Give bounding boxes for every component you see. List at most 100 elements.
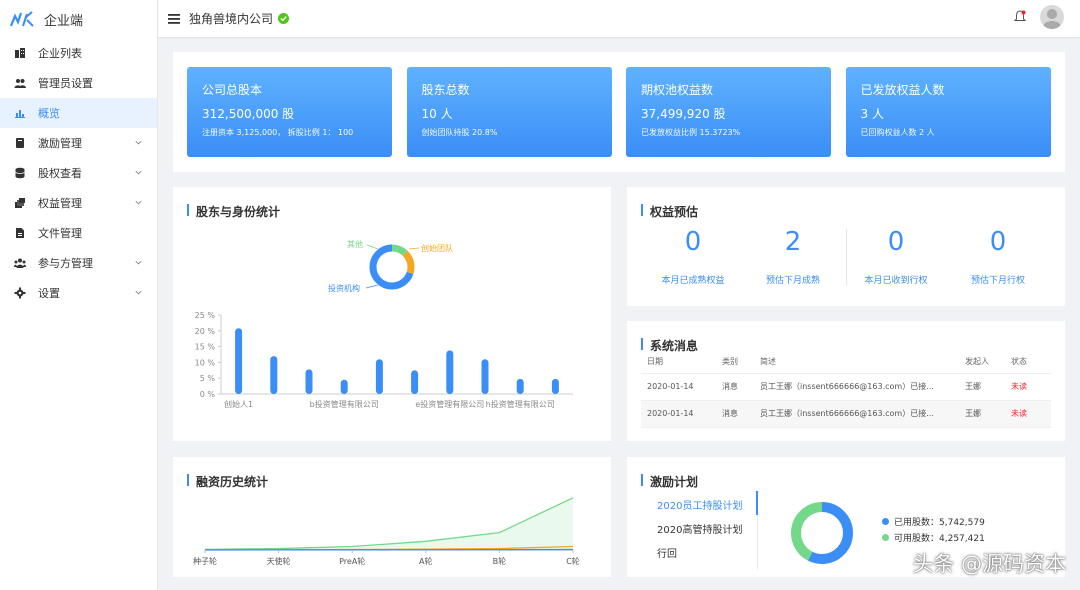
stat-title: 股东总数 — [421, 83, 470, 97]
file-icon — [14, 227, 26, 239]
forecast-label-1: 预估下月成熟 — [765, 276, 820, 286]
sidebar-item-label: 文件管理 — [38, 227, 82, 240]
sidebar-item-0[interactable]: 企业列表 — [0, 38, 157, 68]
column-header: 发起人 — [959, 351, 1005, 374]
financing-line-chart: 种子轮 天使轮 PreA轮 A轮 B轮 C轮 — [193, 497, 580, 566]
donut-leader-investor — [365, 284, 379, 289]
group-icon — [14, 257, 26, 269]
table-cell: 员工王娜（inssent666666@163.com）已接... — [754, 373, 959, 401]
donut-leader-other — [366, 244, 379, 250]
donut-label-founder: 创始团队 — [421, 243, 453, 253]
forecast-divider — [846, 229, 847, 285]
table-cell: 员工王娜（inssent666666@163.com）已接... — [754, 400, 959, 428]
logo[interactable]: 企业端 — [0, 0, 157, 38]
company-name[interactable]: 独角兽境内公司 — [189, 10, 273, 27]
legend-dot — [882, 518, 889, 525]
legend-dot — [882, 534, 889, 541]
plan-item-0[interactable]: 2020员工持股计划 — [657, 497, 742, 512]
x-tick-label: C轮 — [566, 556, 580, 566]
sidebar-item-4[interactable]: 股权查看 — [0, 158, 157, 188]
bar-7[interactable] — [481, 359, 489, 394]
forecast-label-2: 本月已收到行权 — [864, 276, 928, 286]
sidebar-item-7[interactable]: 参与方管理 — [0, 248, 157, 278]
stat-card-2[interactable]: 期权池权益数 37,499,920 股已发放权益比例 15.3723% — [626, 67, 831, 157]
table-cell: 王娜 — [959, 400, 1005, 428]
shareholder-panel: 股东与身份统计 其他 创始团队 投资机构 0 % 5 % 10 % 15 % 20 % 2… — [173, 187, 611, 441]
sidebar: 企业端 企业列表管理员设置概览激励管理股权查看 权益管理文件管理参与方管理 设置 — [0, 0, 158, 590]
financing-panel: 融资历史统计 种子轮 天使轮 PreA轮 A轮 B轮 C轮 — [173, 457, 611, 577]
users-icon — [14, 77, 26, 89]
stat-title: 公司总股本 — [202, 83, 263, 97]
stat-sub: 创始团队持股 20.8% — [421, 128, 498, 137]
column-header: 简述 — [754, 351, 959, 374]
bar-4[interactable] — [375, 359, 383, 394]
gear-icon — [14, 287, 26, 299]
stat-value: 3 人 — [860, 107, 884, 121]
table-cell: 未读 — [1005, 373, 1051, 401]
stat-card-0[interactable]: 公司总股本 312,500,000 股注册资本 3,125,000， 拆股比例 1… — [187, 67, 392, 157]
sidebar-item-label: 管理员设置 — [38, 77, 93, 90]
sidebar-item-6[interactable]: 文件管理 — [0, 218, 157, 248]
legend-label: 可用股数：4,257,421 — [894, 534, 985, 544]
bar-1[interactable] — [270, 356, 278, 394]
bar-6[interactable] — [446, 350, 454, 394]
table-row[interactable]: 2020-01-14 消息 员工王娜（inssent666666@163.com）已… — [641, 400, 1051, 428]
bar-8[interactable] — [516, 378, 524, 394]
x-tick-label: b投资管理有限公司 — [310, 399, 379, 409]
stat-card-3[interactable]: 已发放权益人数 3 人已回购权益人数 2 人 — [845, 67, 1051, 157]
bar-2[interactable] — [305, 369, 313, 394]
chevron-down-icon[interactable] — [134, 138, 143, 147]
stat-card-1[interactable]: 股东总数 10 人创始团队持股 20.8% — [406, 67, 612, 157]
plan-item-2[interactable]: 行回 — [657, 545, 677, 560]
table-cell: 2020-01-14 — [641, 373, 716, 401]
app-name: 企业端 — [44, 13, 84, 29]
avatar[interactable] — [1040, 5, 1064, 29]
forecast-value-3: 0 — [989, 227, 1007, 257]
sidebar-item-3[interactable]: 激励管理 — [0, 128, 157, 158]
stat-sub: 已回购权益人数 2 人 — [860, 128, 935, 137]
y-tick-label: 5 % — [200, 374, 216, 383]
sidebar-nav: 企业列表管理员设置概览激励管理股权查看 权益管理文件管理参与方管理 设置 — [0, 38, 157, 308]
bar-0[interactable] — [235, 328, 243, 394]
y-tick-label: 10 % — [195, 358, 216, 367]
verified-icon — [278, 13, 290, 24]
stat-value: 37,499,920 股 — [641, 107, 726, 121]
forecast-label-3: 预估下月行权 — [970, 276, 1025, 286]
chevron-down-icon[interactable] — [134, 198, 143, 207]
chevron-down-icon[interactable] — [134, 288, 143, 297]
equity-forecast-panel: 权益预估 0 本月已成熟权益 2 预估下月成熟 0 本月已收到行权 0 预估下月行权 — [627, 187, 1065, 306]
bar-5[interactable] — [411, 370, 419, 394]
sidebar-item-2[interactable]: 概览 — [0, 98, 157, 128]
sidebar-item-5[interactable]: 权益管理 — [0, 188, 157, 218]
sidebar-item-label: 激励管理 — [38, 137, 82, 150]
stats-panel: 公司总股本 312,500,000 股注册资本 3,125,000， 拆股比例 1… — [173, 52, 1065, 172]
x-tick-label: B轮 — [493, 556, 507, 566]
shareholder-bar-chart: 0 % 5 % 10 % 15 % 20 % 25 % 创始人1 b投资管理有限公司 e投资管理… — [195, 311, 573, 409]
layers-icon — [14, 197, 26, 209]
bar-3[interactable] — [340, 379, 348, 394]
x-tick-label: e投资管理有限公司 — [415, 399, 484, 409]
bell-icon[interactable] — [1014, 10, 1026, 23]
stat-sub: 已发放权益比例 15.3723% — [641, 128, 741, 137]
plan-legend-item: 已用股数：5,742,579 — [882, 515, 985, 528]
messages-panel: 系统消息 日期 类别 简述 发起人 状态 2020-01-14 消息 员工王娜（inssen… — [627, 321, 1065, 441]
database-icon — [14, 167, 26, 179]
table-cell: 消息 — [716, 400, 754, 428]
forecast-value-2: 0 — [887, 227, 905, 257]
chevron-down-icon[interactable] — [134, 168, 143, 177]
menu-icon[interactable] — [168, 13, 180, 24]
column-header: 日期 — [641, 351, 716, 374]
incentive-plan-title: 激励计划 — [641, 473, 698, 490]
table-row[interactable]: 2020-01-14 消息 员工王娜（inssent666666@163.com）已… — [641, 373, 1051, 401]
forecast-value-0: 0 — [684, 227, 702, 257]
x-tick-label: A轮 — [419, 556, 432, 566]
x-tick-label: h投资管理有限公司 — [486, 399, 555, 409]
sidebar-item-8[interactable]: 设置 — [0, 278, 157, 308]
stat-title: 已发放权益人数 — [860, 83, 945, 97]
sidebar-item-1[interactable]: 管理员设置 — [0, 68, 157, 98]
chevron-down-icon[interactable] — [134, 258, 143, 267]
stat-value: 312,500,000 股 — [202, 107, 295, 121]
bar-9[interactable] — [551, 378, 559, 394]
plan-item-1[interactable]: 2020高管持股计划 — [657, 521, 742, 536]
table-cell: 消息 — [716, 373, 754, 401]
